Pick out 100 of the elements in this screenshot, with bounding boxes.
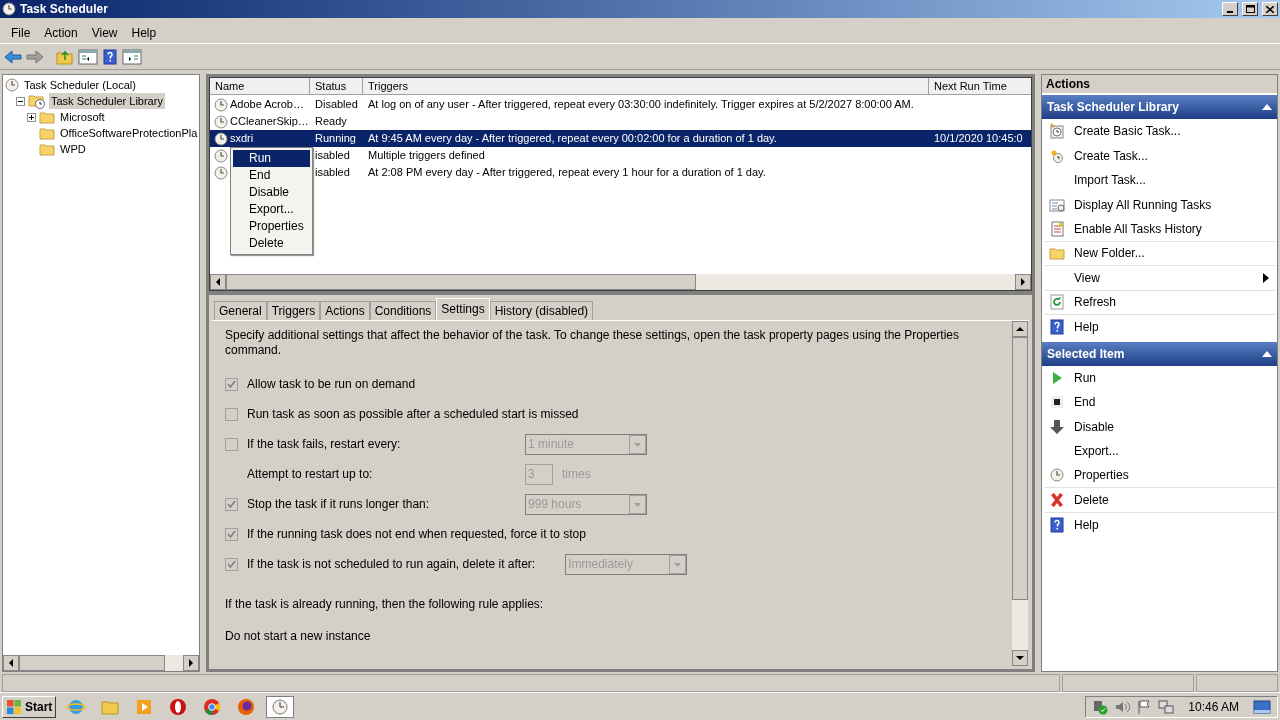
table-cell: At 9:45 AM every day - After triggered, repeat every 00:02:00 for a duration of 1 day. (368, 132, 777, 145)
table-cell: Multiple triggers defined (368, 149, 485, 162)
tree-item[interactable]: OfficeSoftwareProtectionPla (58, 124, 199, 142)
action-link[interactable]: Delete (1074, 490, 1109, 509)
action-link[interactable]: Import Task... (1074, 171, 1146, 190)
start-button[interactable]: Start (2, 695, 57, 718)
clock-icon (5, 78, 19, 92)
folder-icon (39, 126, 55, 140)
clock-icon (214, 165, 228, 180)
list-icon (1049, 196, 1065, 213)
tab[interactable]: Settings (436, 298, 490, 320)
collapse-icon (1262, 350, 1272, 357)
context-menu-item[interactable]: End (233, 167, 310, 184)
column-header[interactable]: Name (210, 78, 310, 95)
minimize-icon (1227, 11, 1233, 13)
tree-item[interactable]: Microsoft (58, 108, 107, 126)
delete-icon (1049, 491, 1065, 508)
table-cell-text: Adobe Acrob… (230, 97, 304, 113)
tree-item[interactable]: Task Scheduler (Local) (22, 76, 138, 94)
action-link[interactable]: Run (1074, 368, 1096, 387)
clock-time: 10:46 AM (1188, 698, 1239, 716)
scrollbar-thumb[interactable] (226, 274, 696, 290)
column-header[interactable]: Status (310, 78, 363, 95)
table-cell: isabled (315, 149, 350, 162)
setting-label: Allow task to be run on demand (247, 376, 417, 393)
help-icon (102, 48, 118, 65)
menu-item[interactable]: Action (37, 23, 85, 42)
tree-item[interactable]: Task Scheduler Library (49, 92, 165, 110)
menu-item[interactable]: File (4, 23, 38, 42)
tab[interactable]: General (214, 301, 267, 320)
action-link[interactable]: Refresh (1074, 293, 1117, 312)
section-header[interactable]: Task Scheduler Library (1042, 95, 1277, 119)
rule-label: If the task is already running, then the following rule applies: (225, 596, 545, 613)
tree-item[interactable]: WPD (58, 140, 88, 158)
action-link[interactable]: End (1074, 393, 1096, 412)
section-header[interactable]: Selected Item (1042, 341, 1277, 366)
action-link[interactable]: Create Task... (1074, 146, 1148, 165)
tab[interactable]: History (disabled) (489, 301, 594, 320)
clock-icon (214, 148, 228, 163)
help-icon (1049, 319, 1065, 336)
horizontal-scrollbar[interactable] (210, 274, 1031, 290)
scrollbar-thumb[interactable] (1012, 337, 1028, 600)
action-link[interactable]: Properties (1074, 466, 1129, 485)
action-link[interactable]: Enable All Tasks History (1074, 219, 1202, 238)
setting-label: Stop the task if it runs longer than: (247, 496, 431, 513)
vertical-scrollbar[interactable] (1012, 321, 1028, 666)
action-link[interactable]: View (1074, 268, 1100, 287)
column-header[interactable]: Next Run Time (929, 78, 1031, 95)
setting-label: If the task fails, restart every: (247, 436, 402, 453)
horizontal-scrollbar[interactable] (3, 655, 199, 671)
close-icon (1266, 5, 1274, 13)
action-link[interactable]: Help (1074, 318, 1099, 337)
minimize-button[interactable] (1222, 2, 1238, 16)
folder-clock-icon (28, 93, 46, 109)
menu-item[interactable]: Help (124, 23, 164, 42)
scrollbar-thumb[interactable] (19, 655, 165, 671)
window-title: Task Scheduler (20, 1, 108, 18)
collapse-icon (1262, 104, 1272, 110)
action-link[interactable]: Disable (1074, 417, 1115, 436)
action-link[interactable]: Display All Running Tasks (1074, 195, 1212, 214)
context-menu-item[interactable]: Properties (233, 218, 310, 235)
clock-icon (214, 131, 228, 146)
table-cell-text: CCleanerSkip… (230, 114, 309, 130)
action-link[interactable]: Help (1074, 515, 1099, 534)
column-header[interactable]: Triggers (363, 78, 929, 95)
selection-highlight[interactable]: sxdri Running At 9:45 AM every day - After triggered, repeat every 00:02:00 for a duration of 1 day. 10/1/2020 10:45:0 (210, 130, 1031, 147)
description-text: Specify additional settings that affect the behavior of the task. To change these settings, open the task property pages using the Properties command. (225, 328, 961, 358)
taskbar-button[interactable] (266, 695, 295, 718)
setting-label: If the task is not scheduled to run again, delete it after: (247, 556, 536, 573)
clock-icon (214, 97, 228, 112)
context-menu-item[interactable]: Export... (233, 201, 310, 218)
context-menu-item[interactable]: Delete (233, 235, 310, 252)
folder-icon (39, 142, 55, 156)
setting-label: Run task as soon as possible after a scheduled start is missed (247, 406, 579, 423)
expander-icon[interactable] (27, 112, 36, 122)
shield-check-icon (1092, 698, 1109, 715)
help-icon (1049, 516, 1065, 533)
rule-value: Do not start a new instance (225, 628, 372, 645)
action-link[interactable]: Create Basic Task... (1074, 122, 1181, 141)
tab[interactable]: Triggers (266, 301, 321, 320)
menu-item[interactable]: View (84, 23, 125, 42)
tab[interactable]: Actions (320, 301, 370, 320)
close-button[interactable] (1262, 2, 1278, 16)
action-link[interactable]: New Folder... (1074, 244, 1145, 263)
tab[interactable]: Conditions (369, 301, 437, 320)
expander-icon[interactable] (16, 96, 25, 106)
panel-icon (122, 47, 142, 66)
context-menu-item[interactable]: Disable (233, 184, 310, 201)
action-link[interactable]: Export... (1074, 442, 1119, 461)
setting-label: If the running task does not end when requested, force it to stop (247, 526, 586, 543)
globe-icon (236, 696, 257, 717)
folder-icon (56, 47, 74, 66)
folder-icon (1049, 246, 1065, 261)
context-menu-item[interactable]: Run (233, 150, 310, 167)
clock-icon (214, 114, 228, 129)
maximize-button[interactable] (1242, 2, 1258, 16)
document-icon (1049, 220, 1065, 237)
section-title: Task Scheduler Library (1047, 99, 1179, 116)
clock-icon (1049, 123, 1065, 140)
segmented-circle-icon (202, 696, 223, 717)
